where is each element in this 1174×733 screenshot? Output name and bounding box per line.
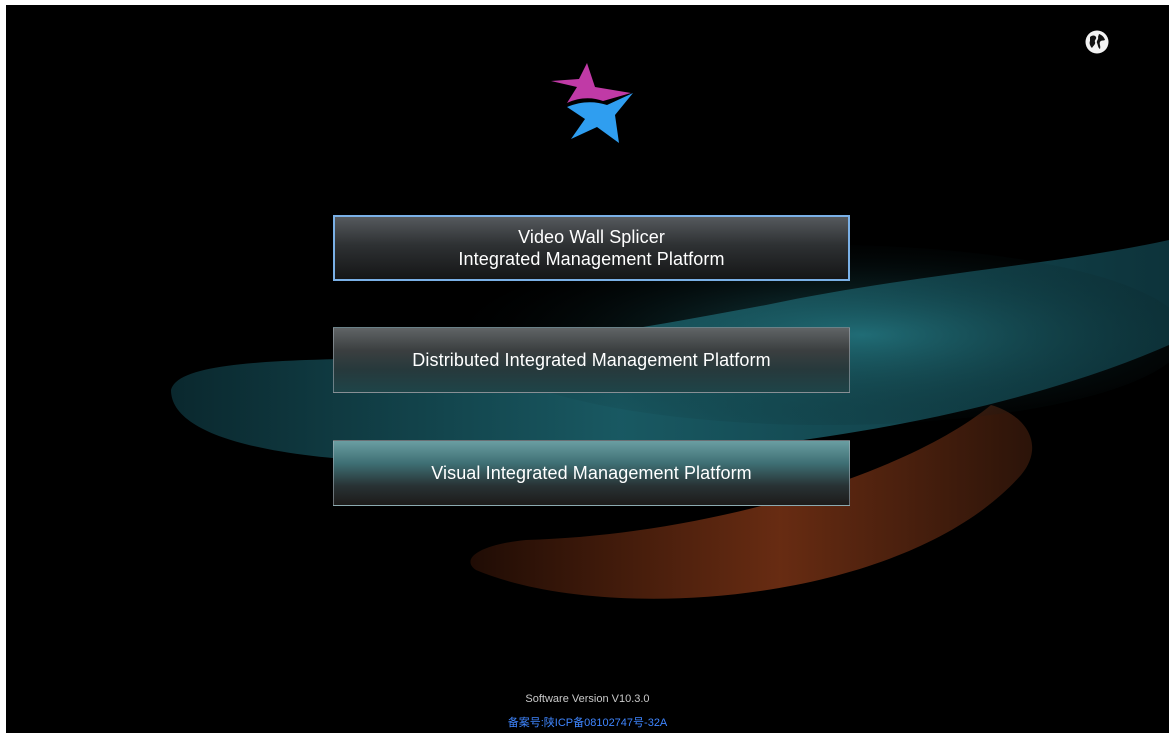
video-wall-splicer-platform-button[interactable]: Video Wall Splicer Integrated Management…: [333, 215, 850, 281]
distributed-platform-button[interactable]: Distributed Integrated Management Platfo…: [333, 327, 850, 393]
star-logo: [551, 63, 633, 143]
visual-button-label: Visual Integrated Management Platform: [431, 463, 752, 483]
video-wall-button-line1: Video Wall Splicer: [518, 227, 665, 247]
icp-record-link[interactable]: 备案号:陕ICP备08102747号-32A: [6, 714, 1169, 730]
software-version: Software Version V10.3.0: [525, 693, 650, 705]
distributed-button-label: Distributed Integrated Management Platfo…: [412, 350, 771, 370]
visual-platform-button[interactable]: Visual Integrated Management Platform: [333, 440, 850, 506]
video-wall-button-line2: Integrated Management Platform: [458, 249, 725, 269]
globe-icon[interactable]: [1084, 29, 1110, 55]
launcher-screen: Video Wall Splicer Integrated Management…: [6, 5, 1169, 733]
